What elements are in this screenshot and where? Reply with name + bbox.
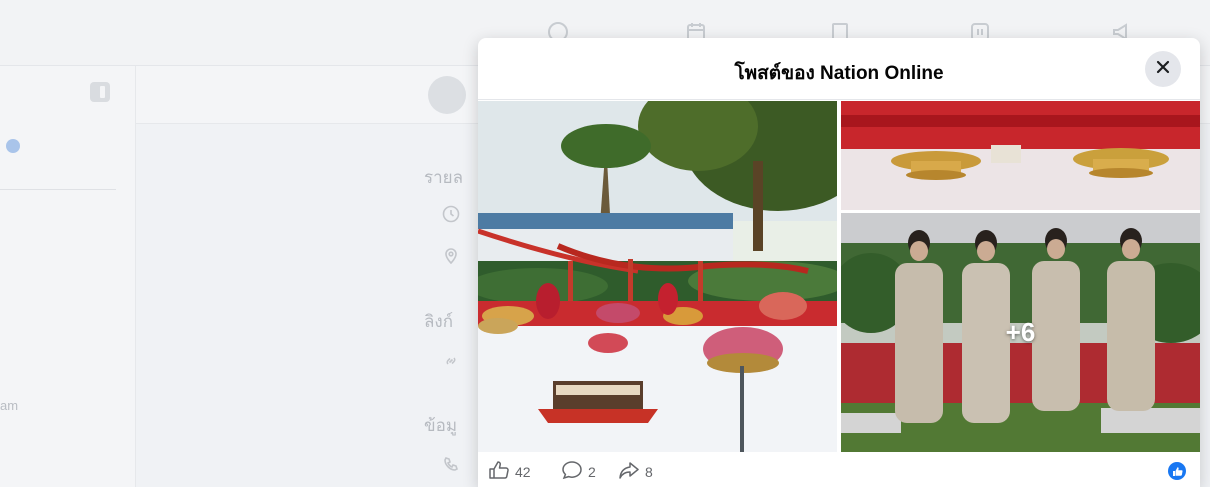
about-heading-info: ข้อมู <box>424 416 458 435</box>
like-reaction-icon <box>1168 462 1186 480</box>
page-avatar <box>428 76 466 114</box>
post-stats-bar: 42 2 8 <box>478 452 1200 487</box>
like-count-button[interactable]: 42 <box>488 460 531 483</box>
comment-bubble-icon <box>561 460 583 483</box>
close-button[interactable] <box>1145 51 1181 87</box>
more-photos-overlay[interactable]: +6 <box>841 213 1200 452</box>
thumbs-up-icon <box>488 460 510 483</box>
clock-icon <box>442 205 460 223</box>
post-modal: โพสต์ของ Nation Online +6 42 2 8 <box>478 38 1200 487</box>
comment-count-button[interactable]: 2 <box>561 460 596 483</box>
about-heading-links: ลิงก์ <box>424 312 454 331</box>
more-photos-count: +6 <box>1005 317 1036 347</box>
phone-icon <box>442 455 460 473</box>
left-sidebar <box>0 66 136 487</box>
share-count: 8 <box>645 463 653 480</box>
verified-badge-icon <box>6 139 20 153</box>
modal-header: โพสต์ของ Nation Online <box>478 38 1200 100</box>
sidebar-text-fragment: am <box>0 398 19 413</box>
share-count-button[interactable]: 8 <box>618 460 653 483</box>
about-heading-details: รายล <box>424 168 464 187</box>
sidebar-divider <box>0 189 116 190</box>
modal-title: โพสต์ของ Nation Online <box>734 63 944 84</box>
post-photo-main[interactable] <box>478 101 837 452</box>
location-pin-icon <box>442 247 460 265</box>
post-photo-3[interactable]: +6 <box>841 213 1200 452</box>
sidebar-toggle-icon <box>90 82 110 102</box>
share-arrow-icon <box>618 460 640 483</box>
close-icon <box>1155 59 1171 80</box>
link-icon <box>442 352 460 370</box>
like-count: 42 <box>515 463 531 480</box>
post-photo-2[interactable] <box>841 101 1200 210</box>
comment-count: 2 <box>588 463 596 480</box>
